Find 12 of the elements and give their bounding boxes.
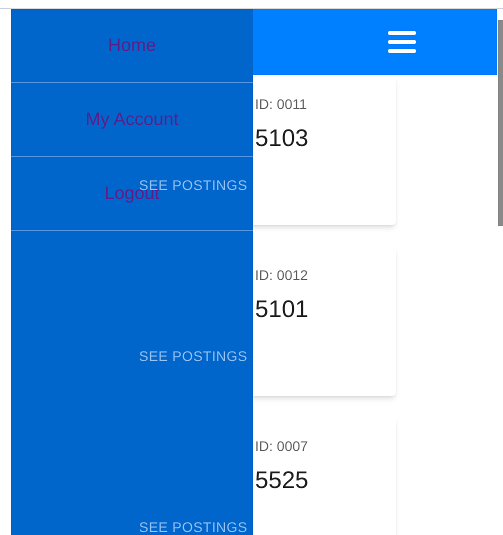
drawer-menu-item[interactable]: Home [11, 9, 253, 83]
see-postings-button[interactable]: SEE POSTINGS [139, 517, 248, 535]
card-number: 5103 [255, 124, 310, 154]
see-postings-button[interactable]: SEE POSTINGS [139, 346, 248, 367]
card-number: 5525 [255, 466, 310, 496]
drawer-menu-item[interactable]: My Account [11, 83, 253, 157]
card-number: 5101 [255, 295, 310, 325]
card-id: ID: 0007 [255, 437, 309, 456]
card-id: ID: 0012 [255, 266, 309, 285]
scrollbar[interactable] [498, 20, 503, 226]
menu-icon[interactable] [388, 30, 416, 54]
card-id: ID: 0011 [255, 95, 308, 114]
